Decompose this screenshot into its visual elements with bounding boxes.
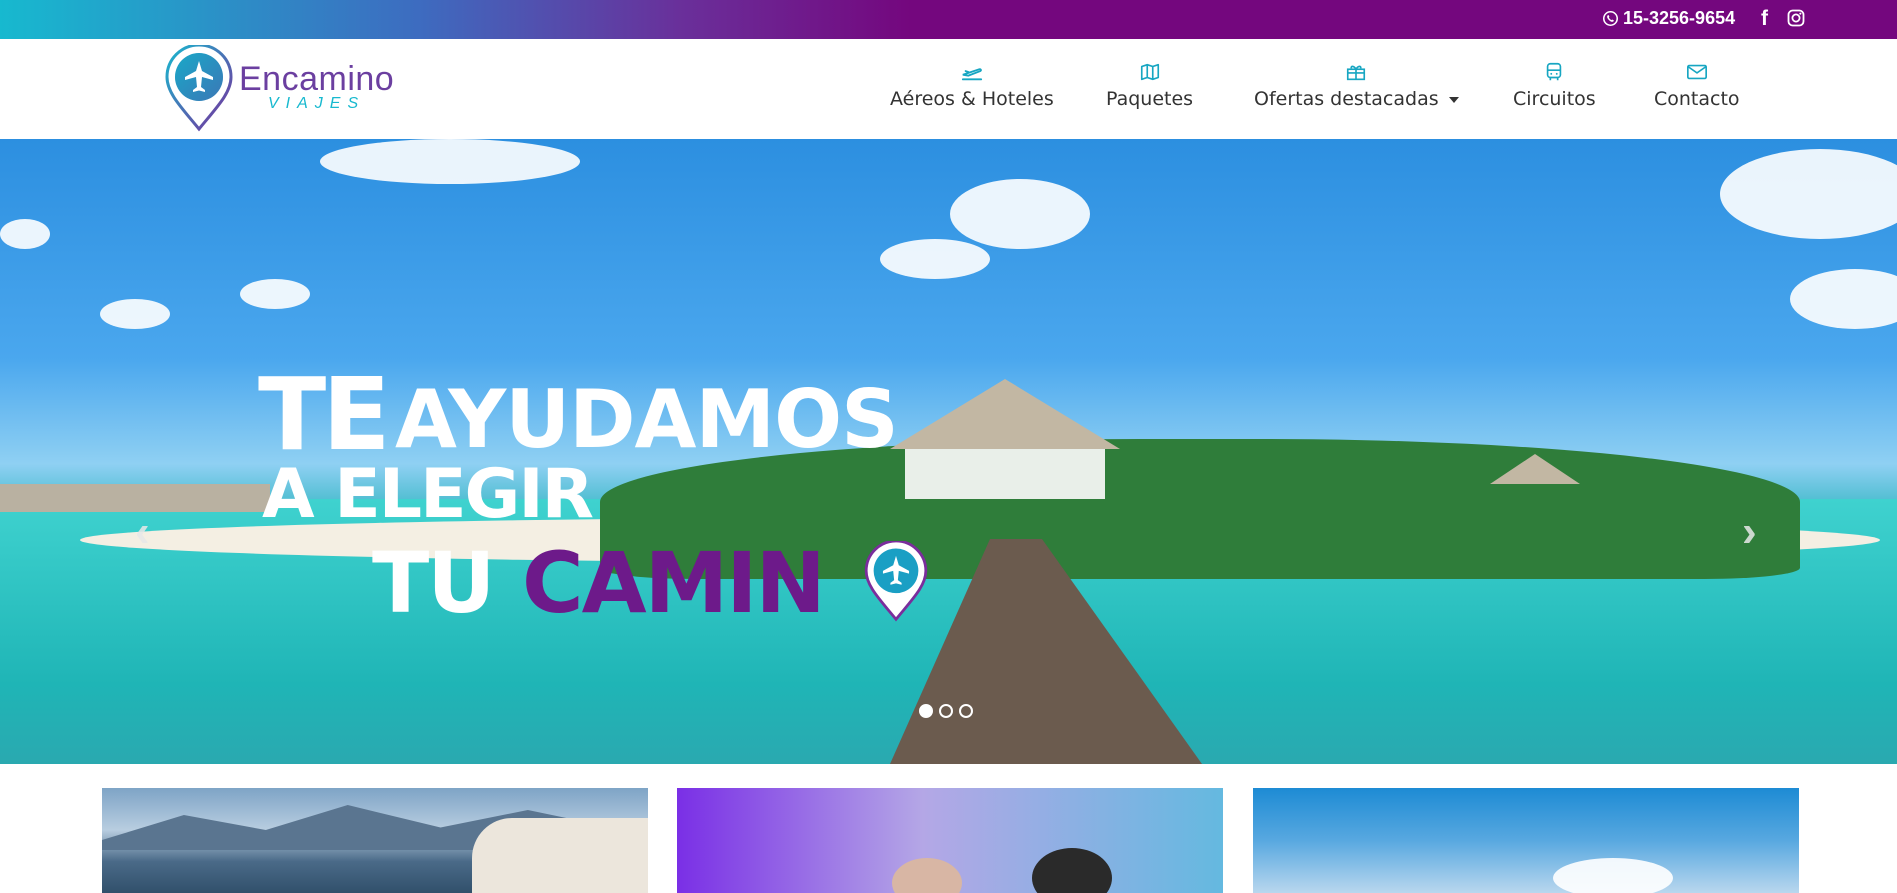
hero-headline-camino: CAMIN: [522, 534, 826, 632]
nav-item-contacto[interactable]: Contacto: [1654, 62, 1740, 118]
whatsapp-icon: [1602, 10, 1619, 27]
nav-label: Ofertas destacadas: [1254, 88, 1459, 110]
hero-headline-ayudamos: AYUDAMOS: [395, 373, 899, 466]
nav-item-ofertas-destacadas[interactable]: Ofertas destacadas: [1254, 62, 1459, 118]
cloud: [1720, 149, 1897, 239]
nav-label: Circuitos: [1513, 88, 1596, 110]
person-image: [1032, 848, 1112, 893]
promo-card-1[interactable]: [102, 788, 648, 893]
hero-headline-te: TE: [258, 356, 391, 473]
slider-dot-2[interactable]: [939, 704, 953, 718]
cloud: [1553, 858, 1673, 893]
map-icon: [1140, 63, 1159, 81]
hut-wall: [905, 449, 1105, 499]
slider-dot-1[interactable]: [919, 704, 933, 718]
hero-headline-tu: TU: [372, 534, 496, 632]
logo-pin-icon: [864, 541, 928, 622]
cloud: [100, 299, 170, 329]
logo-pin-icon: [165, 45, 233, 132]
phone-number: 15-3256-9654: [1623, 8, 1736, 28]
nav-item-aereos-hoteles[interactable]: Aéreos & Hoteles: [890, 62, 1054, 118]
cloud: [320, 139, 580, 184]
gift-icon: [1347, 65, 1366, 81]
logo-subtitle: VIAJES: [268, 95, 366, 112]
hero-headline-elegir: A ELEGIR: [262, 455, 594, 534]
logo[interactable]: Encamino VIAJES: [163, 45, 395, 133]
hut-roof: [890, 379, 1120, 449]
cloud: [880, 239, 990, 279]
slider-next-button[interactable]: ›: [1742, 507, 1757, 557]
cloud: [240, 279, 310, 309]
cloud: [1790, 269, 1897, 329]
facebook-icon[interactable]: f: [1761, 7, 1768, 31]
promo-card-3[interactable]: [1253, 788, 1799, 893]
nav-label-text: Ofertas destacadas: [1254, 88, 1439, 110]
nav-label: Contacto: [1654, 88, 1740, 110]
nav-label: Paquetes: [1106, 88, 1194, 110]
slider-prev-button[interactable]: ‹: [135, 507, 150, 557]
nav-item-paquetes[interactable]: Paquetes: [1106, 62, 1193, 118]
slider-pagination: [919, 704, 973, 718]
bus-icon: [1547, 62, 1562, 81]
cloud: [0, 219, 50, 249]
nav-label: Aéreos & Hoteles: [890, 88, 1054, 110]
hand-image: [472, 818, 648, 893]
phone-link[interactable]: 15-3256-9654: [1602, 8, 1735, 29]
mail-icon: [1686, 64, 1707, 80]
instagram-icon[interactable]: [1787, 9, 1805, 27]
chevron-down-icon: [1448, 96, 1459, 103]
top-bar: 15-3256-9654 f: [0, 0, 1897, 39]
logo-brand: Encamino: [239, 60, 395, 98]
plane-icon: [961, 68, 982, 81]
hero-slider[interactable]: TE AYUDAMOS A ELEGIR TU CAMIN ‹ ›: [0, 139, 1897, 764]
promo-card-2[interactable]: [677, 788, 1223, 893]
nav-item-circuitos[interactable]: Circuitos: [1513, 62, 1596, 118]
slider-dot-3[interactable]: [959, 704, 973, 718]
person-image: [892, 858, 962, 893]
cloud: [950, 179, 1090, 249]
